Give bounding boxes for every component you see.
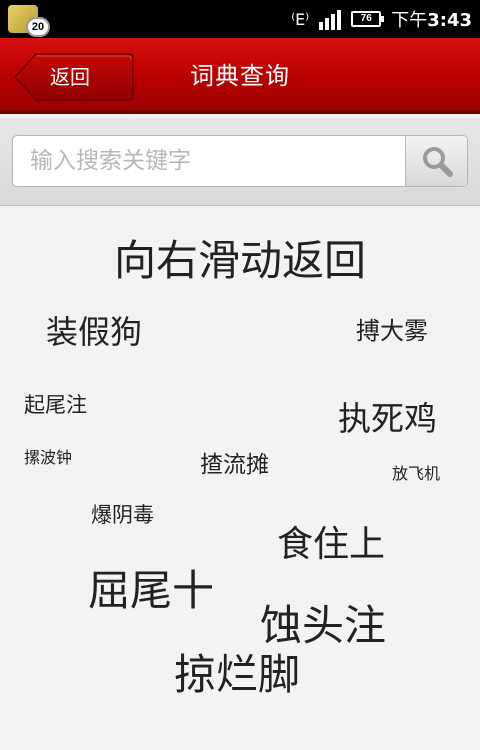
cloud-word[interactable]: 食住上 (277, 515, 385, 567)
search-box (12, 135, 468, 187)
app-header: 返回 词典查询 (0, 38, 480, 114)
signal-icon (319, 8, 342, 30)
cloud-word[interactable]: 揸流摊 (200, 445, 269, 479)
cloud-word[interactable]: 起尾注 (24, 389, 87, 419)
word-cloud: 向右滑动返回 装假狗 搏大雾 起尾注 执死鸡 摞波钟 揸流摊 放飞机 爆阴毒 食… (0, 207, 480, 750)
swipe-hint: 向右滑动返回 (113, 236, 366, 285)
cloud-word[interactable]: 装假狗 (46, 307, 142, 353)
cloud-word[interactable]: 掠烂脚 (174, 641, 300, 702)
notification-count-badge: 20 (26, 17, 50, 37)
network-e-icon: ⁽E⁾ (291, 9, 310, 29)
status-icons: ⁽E⁾ 76 下午3:43 (291, 0, 472, 38)
cloud-word[interactable]: 摞波钟 (24, 444, 72, 468)
page-title: 词典查询 (190, 62, 290, 90)
cloud-word[interactable]: 屈尾十 (88, 557, 214, 618)
search-button[interactable] (405, 136, 467, 186)
search-input[interactable] (13, 136, 405, 186)
clock-time: 3:43 (427, 10, 472, 31)
notification-app-icon[interactable]: 20 (8, 5, 50, 37)
clock-period: 下午 (391, 10, 428, 31)
cloud-word[interactable]: 爆阴毒 (91, 499, 154, 529)
status-bar: 20 ⁽E⁾ 76 下午3:43 (0, 0, 480, 38)
cloud-word[interactable]: 执死鸡 (338, 392, 437, 440)
battery-icon: 76 (351, 11, 385, 27)
status-clock: 下午3:43 (391, 6, 472, 32)
cloud-word[interactable]: 放飞机 (392, 460, 440, 484)
magnifier-icon (422, 147, 453, 177)
cloud-word[interactable]: 搏大雾 (356, 311, 428, 346)
search-bar (0, 118, 480, 206)
